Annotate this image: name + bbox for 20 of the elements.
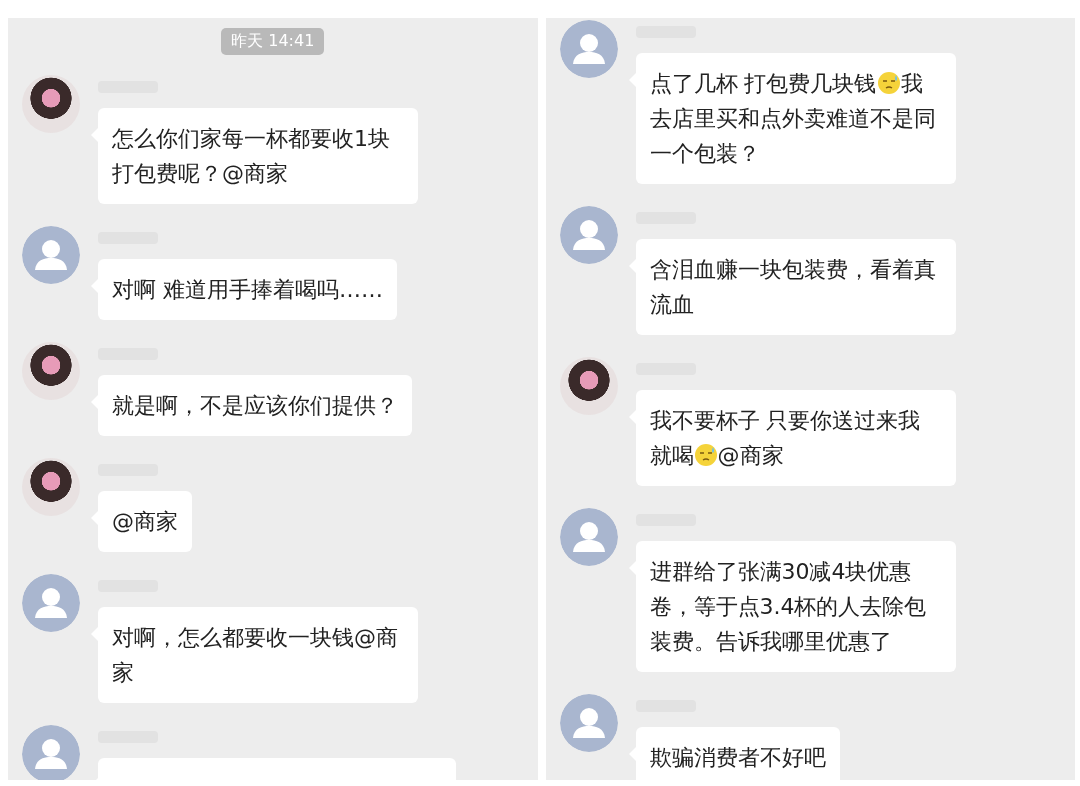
default-avatar-icon[interactable] [22,725,80,780]
message-text: 就是啊，不是应该你们提供？ [112,392,398,420]
message-text: 点了几杯 打包费几块钱 我去店里买和点外卖难道不是同一个包装？ [649,70,937,168]
message-text: 怎么你们家每一杯都要收1块打包费呢？@商家 [112,125,391,188]
message-text: 欺骗消费者不好吧 [649,744,826,772]
message-text: 对啊 难道用手捧着喝吗…… [112,276,383,304]
default-avatar-icon[interactable] [22,574,80,632]
emoji-icon [876,71,901,95]
default-avatar-icon[interactable] [22,226,80,284]
timestamp: 昨天 14:41 [221,28,325,55]
message-text: @商家 [112,508,178,536]
default-avatar-icon[interactable] [559,206,618,264]
default-avatar-icon[interactable] [559,508,618,566]
message-text: 对啊，怎么都要收一块钱@商家 [112,624,399,687]
message-text: 进群给了张满30减4块优惠卷，等于点3.4杯的人去除包装费。告诉我哪里优惠了 [649,558,928,656]
default-avatar-icon[interactable] [559,20,618,78]
message-text: 我不要杯子 只要你送过来我就喝 @商家 [649,407,922,470]
default-avatar-icon[interactable] [559,694,618,752]
emoji-icon [693,443,718,467]
message-text: 含泪血赚一块包装费，看着真流血 [649,256,937,319]
